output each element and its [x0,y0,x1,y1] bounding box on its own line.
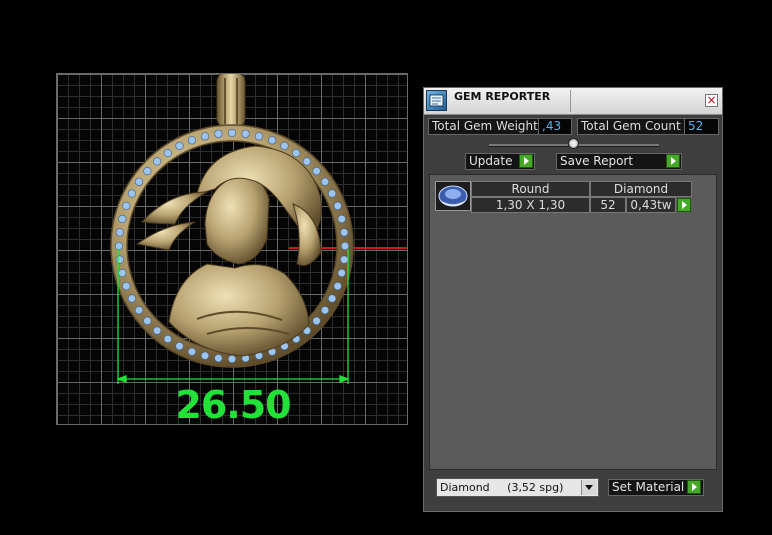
gem-stone [122,282,131,291]
gem-stone [337,268,346,278]
close-icon[interactable]: × [705,94,718,107]
gem-stone [118,268,127,278]
gem-stone [312,166,321,176]
gem-stone [214,354,223,363]
gem-stone [254,132,264,141]
gem-row-arrow-icon[interactable] [677,198,691,212]
gem-shape-cell: Round [471,181,590,197]
gem-stone [328,189,337,198]
gem-reporter-panel: GEM REPORTER × Total Gem Weight ,43 Tota… [423,87,723,512]
gem-stone [333,201,342,210]
gem-stone [127,189,136,198]
gem-stone [320,177,330,186]
pendant-model[interactable] [57,74,407,424]
gem-stone [320,306,330,315]
total-gem-weight-value: ,43 [538,118,572,135]
set-material-arrow-icon[interactable] [687,480,701,494]
panel-titlebar[interactable]: GEM REPORTER × [424,88,722,115]
dimension-value: 26.50 [175,383,291,427]
gem-stone [143,316,152,325]
pendant-bail [216,74,246,129]
gem-stone [200,132,210,141]
gem-stone [292,148,301,158]
material-select-value: Diamond (3,52 spg) [440,481,564,494]
gem-stone [340,241,350,251]
chevron-down-icon[interactable] [581,480,597,495]
gem-stone [328,294,337,303]
gem-stone [152,157,162,166]
3d-viewport[interactable]: 26.50 [56,73,408,425]
gem-stone [268,136,277,145]
gem-stone [280,141,289,150]
gem-stone [143,166,152,176]
total-gem-count-value: 52 [684,118,719,135]
save-report-arrow-icon[interactable] [666,154,680,168]
gem-stone [187,136,196,145]
panel-title: GEM REPORTER [454,90,551,103]
gem-list[interactable]: Round Diamond 1,30 X 1,30 52 0,43tw [429,174,717,470]
gem-stone [187,347,196,356]
gem-stone [114,241,124,251]
gem-stone [127,294,136,303]
gem-count-cell: 52 [590,197,626,213]
gem-stone [200,351,210,360]
gem-stone [118,214,127,224]
gem-stone [241,129,250,138]
titlebar-divider [570,90,571,112]
gem-stone [312,316,321,325]
gem-stone [134,306,144,315]
gem-size-cell: 1,30 X 1,30 [471,197,590,213]
gem-stone [163,334,172,344]
portrait-relief [135,145,322,357]
gem-stone [175,141,184,150]
gem-stone [337,214,346,224]
gem-stone [134,177,144,186]
save-report-button[interactable]: Save Report [556,153,682,170]
gem-stone [214,129,223,138]
gem-stone [115,255,124,264]
slider-handle[interactable] [568,138,579,149]
gem-stone [333,282,342,291]
gem-stone [340,228,349,237]
gem-stone [163,148,172,158]
update-arrow-icon[interactable] [519,154,533,168]
gem-stone [227,354,237,364]
gem-stone [122,201,131,210]
gem-stone [175,342,184,351]
gem-stone [152,326,162,335]
gem-stone [115,228,124,237]
gem-stone [227,128,237,138]
gem-reporter-app-icon [426,90,447,111]
gem-stone [302,157,311,166]
material-select[interactable]: Diamond (3,52 spg) [436,478,599,497]
gem-stone [340,255,349,264]
gem-weight-cell: 0,43tw [626,197,676,213]
gem-material-cell: Diamond [590,181,692,197]
round-gem-icon[interactable] [435,181,471,211]
